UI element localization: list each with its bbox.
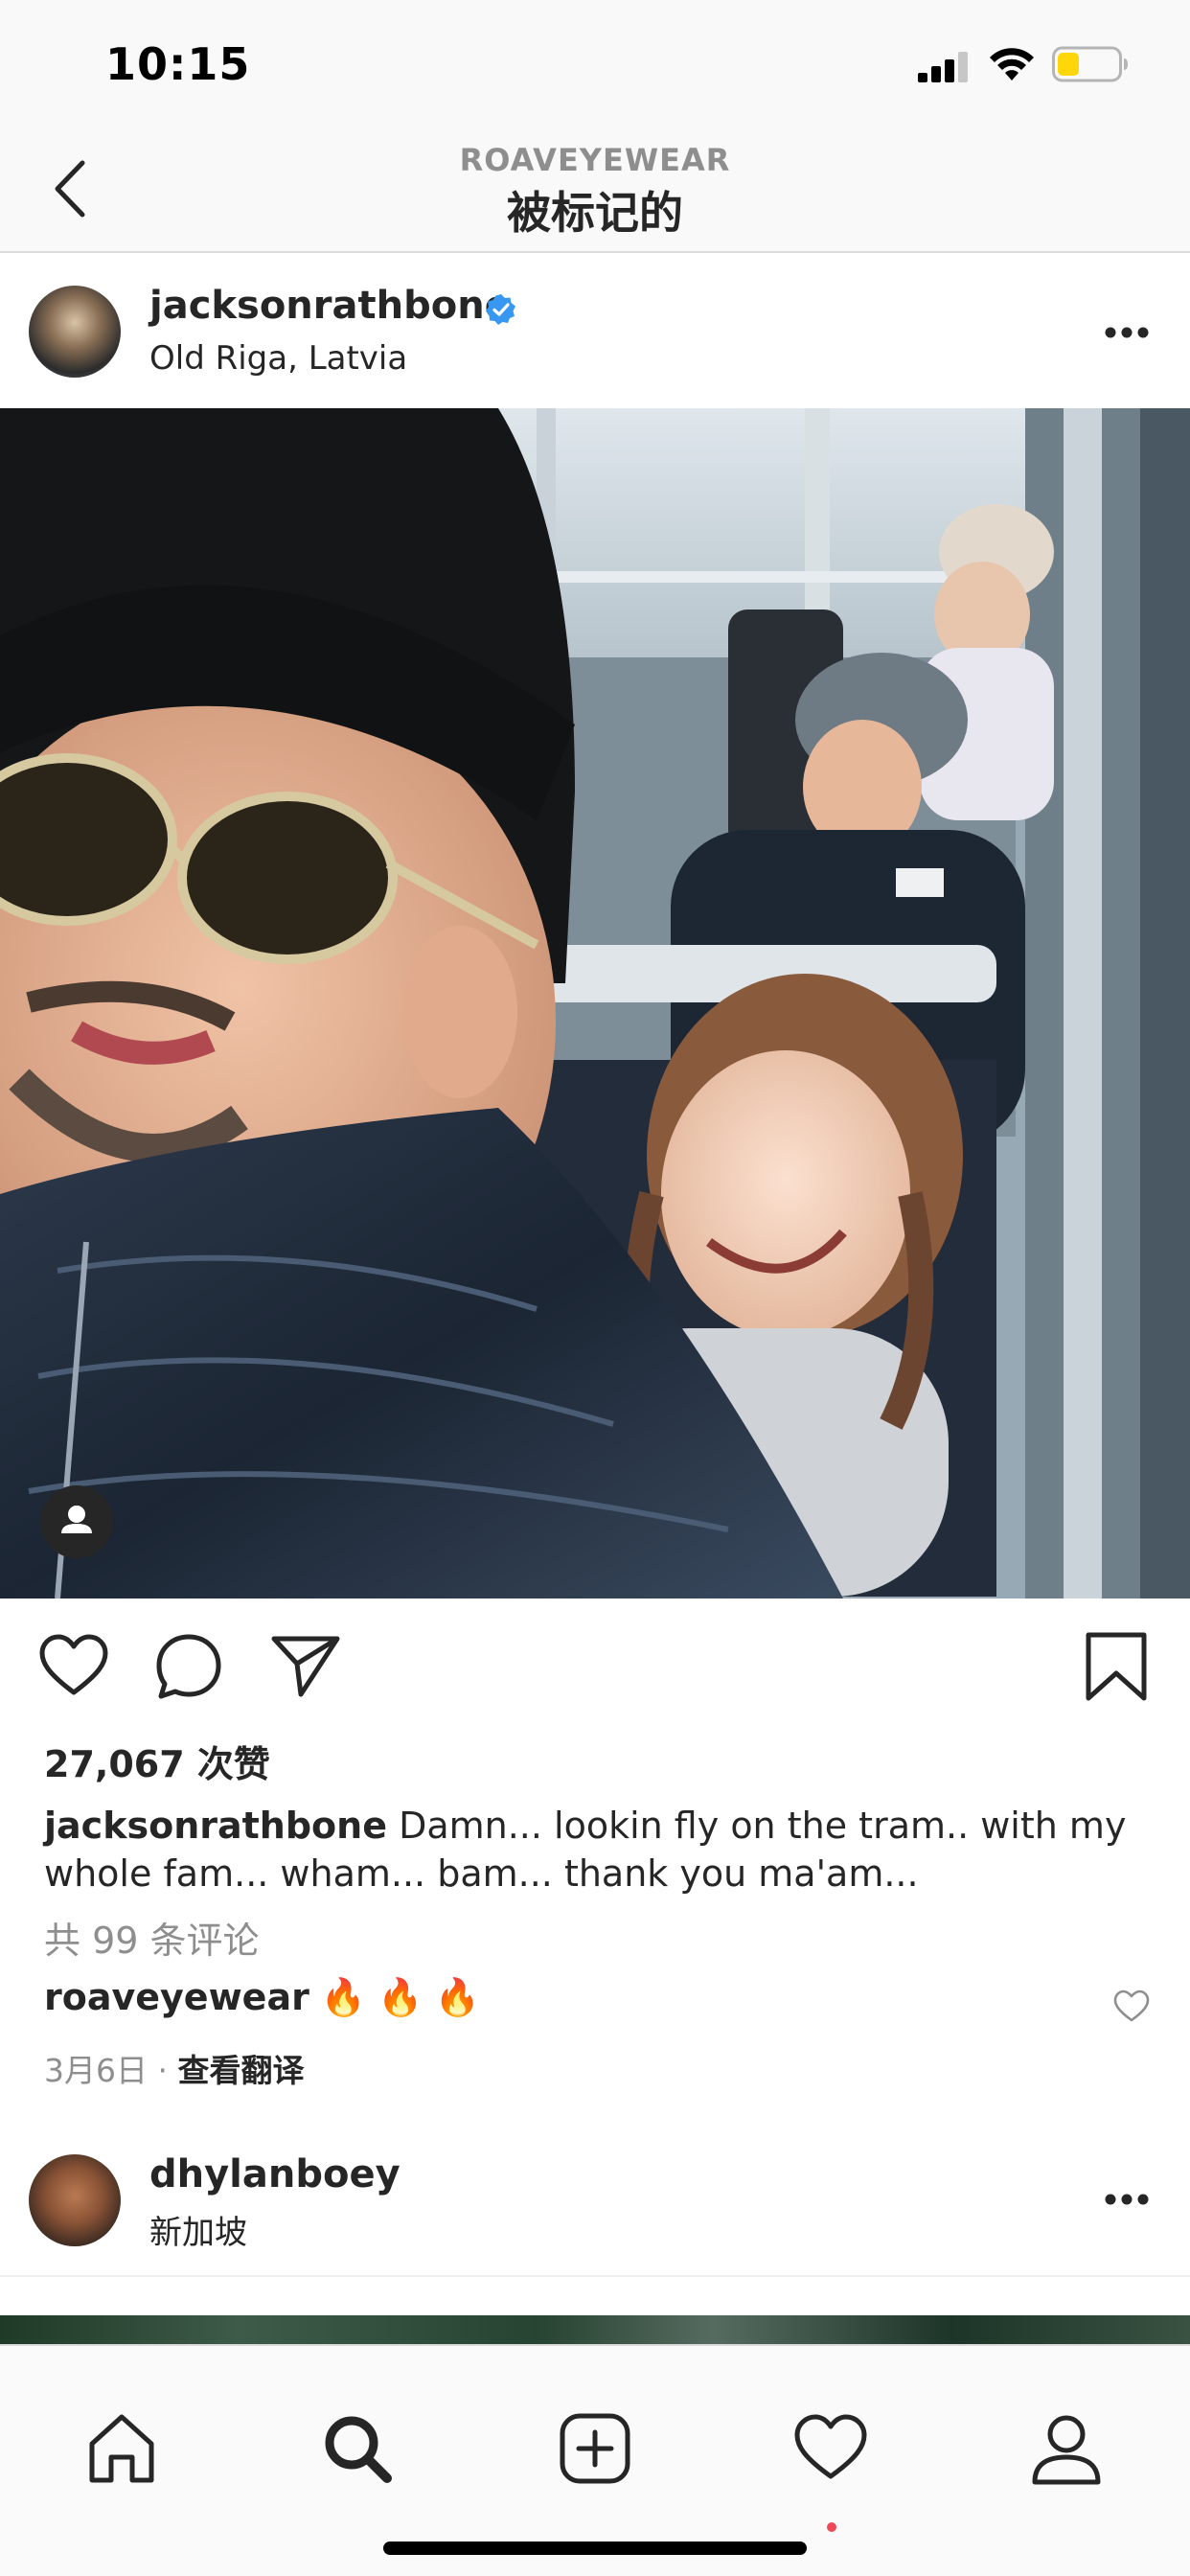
- send-icon[interactable]: [270, 1631, 341, 1702]
- post-username[interactable]: jacksonrathbone: [149, 284, 511, 328]
- verified-badge-icon: [486, 294, 515, 325]
- nav-header: ROAVEYEWEAR 被标记的: [0, 126, 1190, 253]
- meta-separator: ·: [148, 2052, 178, 2089]
- avatar[interactable]: [29, 286, 121, 378]
- see-translation-link[interactable]: 查看翻译: [177, 2052, 304, 2089]
- bookmark-icon[interactable]: [1081, 1631, 1152, 1702]
- battery-icon: [1052, 46, 1128, 82]
- nav-subtitle: ROAVEYEWEAR: [459, 142, 731, 178]
- post-photo[interactable]: [0, 408, 1190, 1598]
- heart-icon[interactable]: [1113, 1990, 1150, 2024]
- tab-bar: [0, 2344, 1190, 2576]
- activity-heart-icon[interactable]: [793, 2411, 868, 2486]
- comment-text: 🔥 🔥 🔥: [309, 1976, 481, 2018]
- user-tag-glyph: [61, 1506, 92, 1533]
- more-horizontal-icon[interactable]: [1104, 2193, 1150, 2206]
- heart-icon[interactable]: [38, 1631, 109, 1702]
- comment-bubble-icon[interactable]: [153, 1631, 224, 1702]
- cellular-signal-icon: [918, 52, 968, 82]
- avatar[interactable]: [29, 2154, 121, 2246]
- next-post-location[interactable]: 新加坡: [149, 2206, 247, 2253]
- view-all-comments-link[interactable]: 共 99 条评论: [44, 1911, 260, 1964]
- search-icon[interactable]: [320, 2411, 395, 2486]
- comment-username[interactable]: roaveyewear: [44, 1976, 309, 2018]
- status-bar: 10:15: [0, 0, 1190, 126]
- post-caption: jacksonrathbone Damn... lookin fly on th…: [44, 1802, 1156, 1898]
- wifi-icon: [990, 48, 1034, 80]
- page-title: 被标记的: [507, 187, 683, 239]
- post-meta: 3月6日 · 查看翻译: [44, 2045, 304, 2091]
- profile-icon[interactable]: [1029, 2411, 1104, 2486]
- user-tag-icon[interactable]: [40, 1485, 113, 1558]
- next-post-photo[interactable]: [0, 2315, 1190, 2344]
- divider: [0, 2275, 1190, 2277]
- comment-item: roaveyewear 🔥 🔥 🔥: [44, 1976, 480, 2019]
- home-icon[interactable]: [84, 2411, 159, 2486]
- add-post-icon[interactable]: [558, 2411, 632, 2486]
- post-location[interactable]: Old Riga, Latvia: [149, 339, 407, 378]
- home-indicator: [383, 2542, 807, 2555]
- caption-username[interactable]: jacksonrathbone: [44, 1805, 387, 1847]
- likes-count[interactable]: 27,067 次赞: [44, 1735, 270, 1787]
- next-post-username[interactable]: dhylanboey: [149, 2152, 400, 2196]
- post-header: jacksonrathbone Old Riga, Latvia: [0, 255, 1190, 408]
- post-date: 3月6日: [44, 2052, 148, 2089]
- more-horizontal-icon[interactable]: [1104, 326, 1150, 339]
- notification-dot: [827, 2522, 836, 2532]
- status-time: 10:15: [105, 38, 251, 90]
